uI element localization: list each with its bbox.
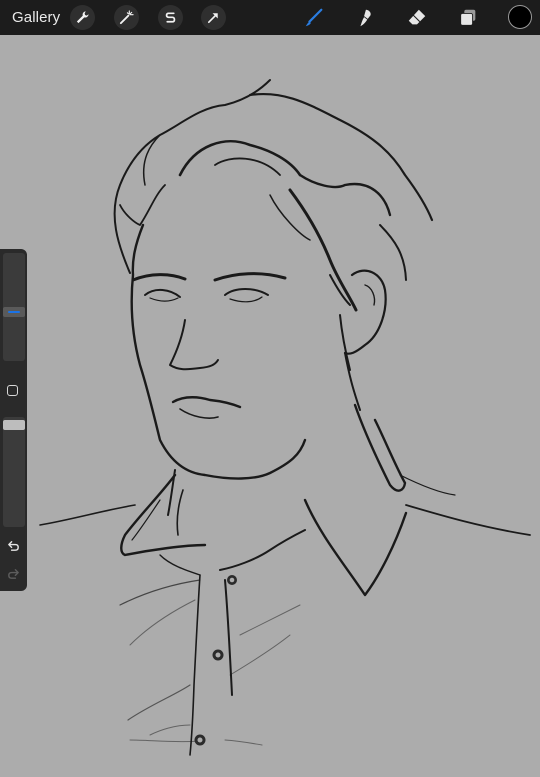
brush-opacity-slider[interactable] <box>3 417 25 527</box>
brush-size-indicator <box>8 310 20 313</box>
redo-icon <box>8 569 19 579</box>
brush-tool-button[interactable] <box>301 5 327 31</box>
color-picker-button[interactable] <box>508 5 532 29</box>
layers-button[interactable] <box>455 5 481 31</box>
smudge-icon <box>360 9 371 27</box>
undo-icon <box>8 541 19 551</box>
selection-s-icon <box>165 12 176 23</box>
gallery-button[interactable]: Gallery <box>12 9 60 26</box>
brush-opacity-thumb[interactable] <box>3 420 25 430</box>
wrench-icon <box>76 11 89 24</box>
eraser-tool-button[interactable] <box>404 5 430 31</box>
undo-button[interactable] <box>6 538 21 553</box>
adjustments-button[interactable] <box>114 5 139 30</box>
layers-icon <box>460 9 476 26</box>
selection-button[interactable] <box>158 5 183 30</box>
transform-arrow-icon <box>207 13 218 24</box>
smudge-tool-button[interactable] <box>352 5 378 31</box>
brush-icon <box>305 8 323 27</box>
top-toolbar: Gallery <box>0 0 540 35</box>
transform-button[interactable] <box>201 5 226 30</box>
modify-square-button[interactable] <box>7 385 18 396</box>
magic-wand-icon <box>119 10 134 25</box>
drawing-canvas[interactable] <box>0 35 540 777</box>
brush-sidebar <box>0 249 27 591</box>
redo-button[interactable] <box>6 566 21 581</box>
actions-button[interactable] <box>70 5 95 30</box>
brush-size-thumb[interactable] <box>3 306 25 317</box>
eraser-icon <box>408 9 426 25</box>
